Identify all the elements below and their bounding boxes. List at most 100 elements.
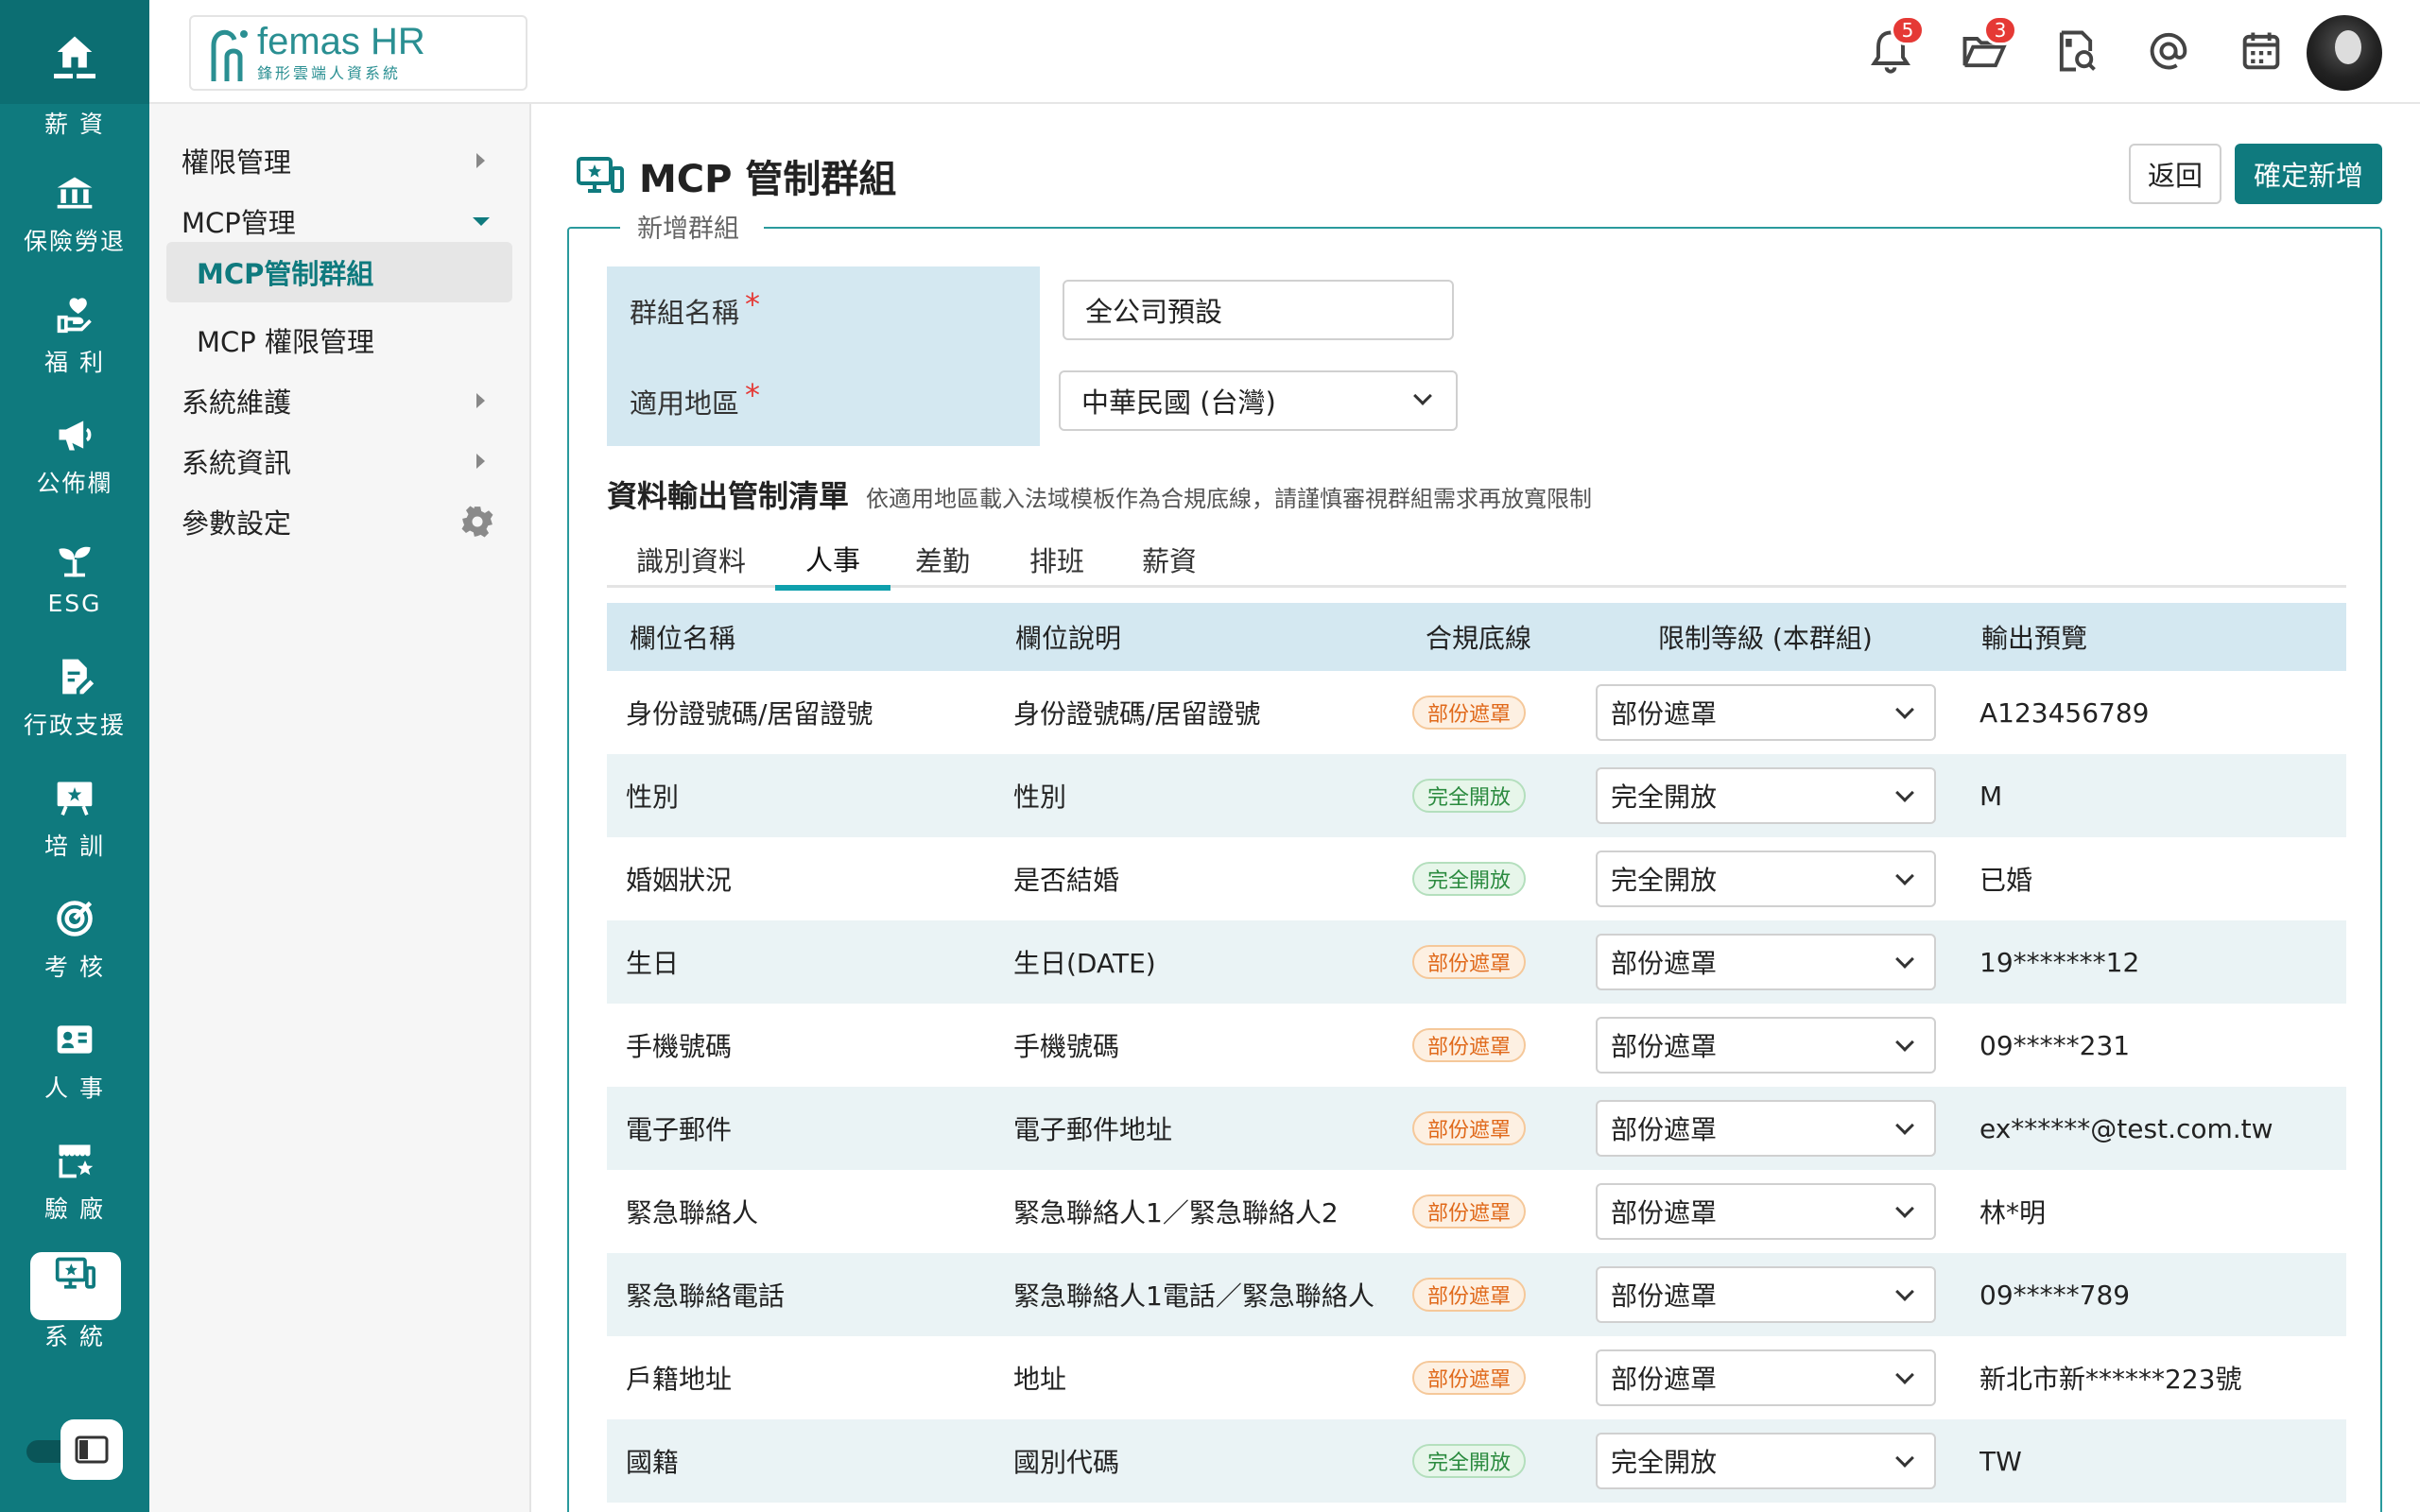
toggle-knob — [60, 1419, 123, 1480]
region-value: 中華民國 (台灣) — [1081, 387, 1276, 419]
restriction-level-select[interactable]: 部份遮罩 — [1596, 1349, 1936, 1406]
rail-item[interactable]: ESG — [0, 517, 149, 638]
page-title: MCP 管制群組 — [639, 158, 897, 201]
sidebar-item[interactable]: 參數設定 — [149, 491, 531, 552]
table-row: 生日 生日(DATE) 部份遮罩 部份遮罩 19*******12 — [607, 920, 2346, 1004]
column-header: 欄位名稱 — [630, 623, 736, 654]
chevron-down-icon — [1895, 1199, 1914, 1218]
rail-item[interactable]: 人 事 — [0, 1001, 149, 1122]
sidebar-item-label: MCP 權限管理 — [197, 326, 374, 358]
notifications-button[interactable]: 5 — [1866, 15, 1925, 76]
salary-icon — [54, 74, 95, 93]
restriction-level-value: 完全開放 — [1611, 865, 1718, 896]
compliance-baseline-badge: 完全開放 — [1412, 779, 1527, 813]
restriction-level-select[interactable]: 完全開放 — [1596, 850, 1936, 907]
compliance-baseline-badge: 完全開放 — [1412, 862, 1527, 896]
output-preview: 09*****231 — [1979, 1029, 2131, 1061]
rail-item[interactable]: 保險勞退 — [0, 154, 149, 275]
at-sign-icon — [2150, 32, 2187, 70]
restriction-level-value: 完全開放 — [1611, 782, 1718, 813]
required-mark: * — [745, 377, 761, 413]
rail-item[interactable]: 福 利 — [0, 275, 149, 396]
form-labels-panel: 群組名稱 * 適用地區 * — [607, 266, 1040, 446]
column-header: 欄位說明 — [1015, 623, 1122, 654]
rail-item-label: 保險勞退 — [23, 228, 126, 255]
document-search-button[interactable] — [2051, 26, 2100, 76]
column-header: 合規底線 — [1426, 623, 1532, 654]
table-row: 緊急聯絡電話 緊急聯絡人1電話／緊急聯絡人2電話 部份遮罩 部份遮罩 09*****78… — [607, 1253, 2346, 1336]
confirm-add-button[interactable]: 確定新增 — [2235, 144, 2382, 204]
region-select[interactable]: 中華民國 (台灣) — [1059, 370, 1458, 431]
sidebar-item[interactable]: 權限管理 — [149, 130, 531, 191]
calendar-icon — [2242, 32, 2280, 70]
required-mark: * — [745, 286, 761, 322]
chevron-down-icon — [1895, 1116, 1914, 1135]
restriction-level-select[interactable]: 部份遮罩 — [1596, 1266, 1936, 1323]
compliance-baseline-badge: 部份遮罩 — [1412, 1028, 1527, 1062]
mention-button[interactable] — [2144, 26, 2193, 76]
sidebar-item-label: 系統資訊 — [182, 447, 292, 479]
restriction-level-value: 部份遮罩 — [1611, 948, 1718, 979]
rail-item-label: 人 事 — [44, 1074, 105, 1102]
rail-item[interactable]: 驗 廠 — [0, 1122, 149, 1243]
tab[interactable]: 人事 — [775, 531, 890, 591]
new-group-fieldset: 新增群組 群組名稱 * 適用地區 * 全公司預設 中華民國 (台灣) 資料輸出管制清… — [567, 208, 2382, 1512]
rail-item-label: 行政支援 — [23, 712, 126, 739]
output-preview: 新北市新******223號 — [1979, 1364, 2242, 1395]
rail-item[interactable]: 公佈欄 — [0, 396, 149, 517]
table-row: 緊急聯絡人 緊急聯絡人1／緊急聯絡人2 部份遮罩 部份遮罩 林*明 — [607, 1170, 2346, 1253]
rail-item[interactable]: 培 訓 — [0, 759, 149, 880]
group-name-value: 全公司預設 — [1085, 296, 1223, 328]
brand-logo[interactable]: femas HR 鋒形雲端人資系統 — [189, 15, 527, 91]
rail-item[interactable]: 行政支援 — [0, 638, 149, 759]
restriction-level-value: 部份遮罩 — [1611, 1364, 1718, 1395]
restriction-level-value: 部份遮罩 — [1611, 1280, 1718, 1312]
restriction-level-value: 部份遮罩 — [1611, 1031, 1718, 1062]
sidebar-item[interactable]: 系統資訊 — [149, 431, 531, 491]
restriction-level-select[interactable]: 完全開放 — [1596, 1433, 1936, 1489]
rail-item[interactable]: 薪 資 — [0, 57, 149, 170]
field-name: 戶籍地址 — [626, 1364, 733, 1395]
table-row: 國籍 國別代碼 完全開放 完全開放 TW — [607, 1419, 2346, 1503]
restriction-level-select[interactable]: 部份遮罩 — [1596, 934, 1936, 990]
chevron-down-icon — [1895, 1033, 1914, 1052]
back-button[interactable]: 返回 — [2129, 144, 2221, 204]
folder-button[interactable]: 3 — [1959, 15, 2017, 76]
tab[interactable]: 薪資 — [1114, 531, 1225, 588]
restriction-level-select[interactable]: 部份遮罩 — [1596, 1100, 1936, 1157]
sidebar-item[interactable]: 系統維護 — [149, 370, 531, 431]
restriction-level-select[interactable]: 部份遮罩 — [1596, 1017, 1936, 1074]
field-description: 國別代碼 — [1013, 1447, 1120, 1478]
tab[interactable]: 識別資料 — [607, 531, 775, 588]
chevron-down-icon — [473, 216, 490, 226]
tab[interactable]: 排班 — [1000, 531, 1114, 588]
compliance-baseline-badge: 部份遮罩 — [1412, 1111, 1527, 1145]
chevron-down-icon — [1895, 1449, 1914, 1468]
fieldset-legend: 新增群組 — [620, 208, 764, 245]
sub-navigation-sidebar: 權限管理 MCP管理 MCP管制群組 MCP 權限管理系統維護系統資訊參數設定 — [149, 104, 531, 1512]
restriction-level-select[interactable]: 完全開放 — [1596, 767, 1936, 824]
sidebar-item-label: 權限管理 — [182, 146, 292, 179]
restriction-level-select[interactable]: 部份遮罩 — [1596, 684, 1936, 741]
group-name-input[interactable]: 全公司預設 — [1063, 280, 1454, 340]
calendar-button[interactable] — [2237, 26, 2286, 76]
sidebar-item-label: MCP管制群組 — [197, 258, 374, 290]
rail-item[interactable]: 考 核 — [0, 880, 149, 1001]
brand-name: femas HR — [257, 21, 425, 62]
field-name: 緊急聯絡電話 — [626, 1280, 786, 1312]
sidebar-item[interactable]: MCP管制群組 — [166, 242, 512, 302]
sidebar-item-label: MCP管理 — [182, 207, 296, 239]
sidebar-toggle[interactable] — [26, 1419, 125, 1482]
list-description: 依適用地區載入法域模板作為合規底線，請謹慎審視群組需求再放寬限制 — [866, 486, 1593, 512]
group-name-label: 群組名稱 * — [630, 286, 760, 331]
rail-item[interactable]: 系 統 — [0, 1243, 149, 1364]
table-row: 婚姻狀況 是否結婚 完全開放 完全開放 已婚 — [607, 837, 2346, 920]
monitor-star-icon — [55, 1257, 95, 1289]
hand-heart-icon — [57, 298, 92, 334]
tab[interactable]: 差勤 — [887, 531, 998, 588]
user-avatar[interactable] — [2307, 15, 2382, 91]
restriction-level-select[interactable]: 部份遮罩 — [1596, 1183, 1936, 1240]
monitor-star-icon — [577, 157, 624, 193]
sidebar-item[interactable]: MCP 權限管理 — [149, 310, 531, 370]
sidebar-item-label: 系統維護 — [182, 387, 292, 419]
